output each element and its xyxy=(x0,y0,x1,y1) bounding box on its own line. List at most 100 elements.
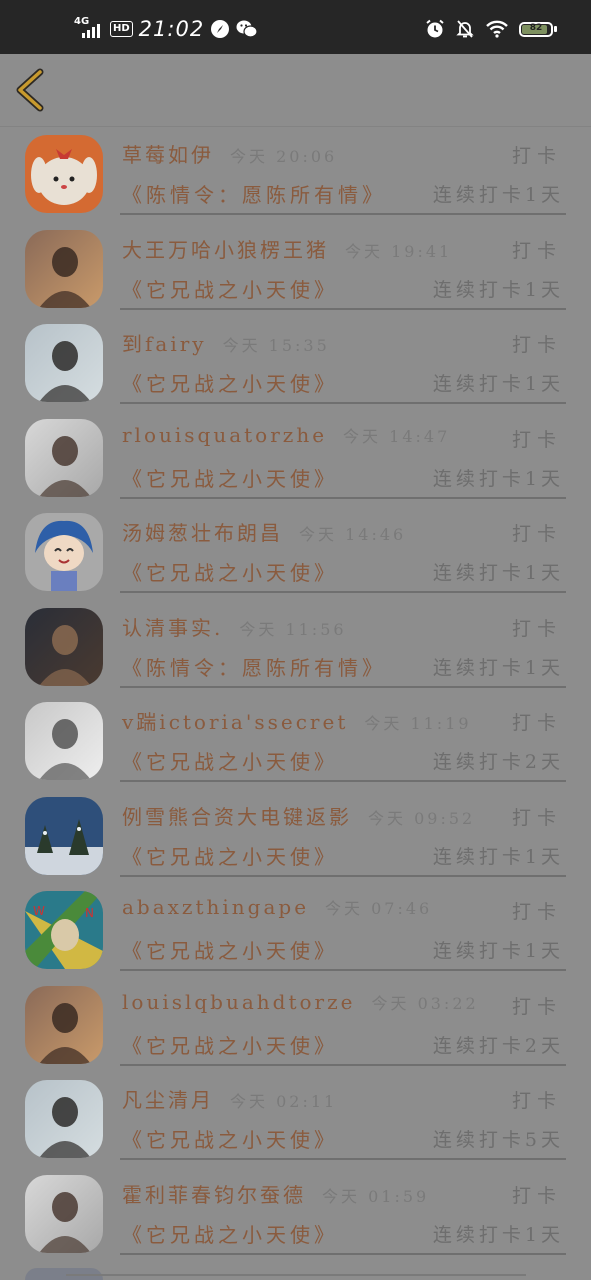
checkin-content: 霍利菲春钧尔蚕德 今天 01:59 打卡 《它兄战之小天使》 连续打卡1天 xyxy=(120,1167,566,1255)
user-name[interactable]: louislqbuahdtorze xyxy=(122,990,355,1014)
checkin-action-label: 打卡 xyxy=(511,901,562,923)
checkin-row[interactable]: W Nabaxzthingape 今天 07:46 打卡 《它兄战之小天使》 连续打卡1天 xyxy=(0,883,591,977)
checkin-action-label: 打卡 xyxy=(511,1090,562,1112)
user-name[interactable]: 霍利菲春钧尔蚕德 xyxy=(122,1179,306,1208)
header-bar xyxy=(0,54,591,127)
checkin-row[interactable]: 凡尘清月 今天 02:11 打卡《它兄战之小天使》 连续打卡5天 xyxy=(0,1072,591,1166)
avatar[interactable] xyxy=(25,985,103,1064)
user-name[interactable]: 认清事实. xyxy=(122,612,223,641)
checkin-time: 今天 20:06 xyxy=(230,147,338,166)
status-left: 4G HD 21:02 xyxy=(74,16,258,42)
hd-badge: HD xyxy=(110,21,133,37)
book-title[interactable]: 《它兄战之小天使》 xyxy=(122,1030,338,1059)
checkin-content: v踹ictoria'ssecret 今天 11:19 打卡 《它兄战之小天使》 连续打卡… xyxy=(120,694,566,782)
svg-text:N: N xyxy=(85,906,94,920)
checkin-time: 今天 15:35 xyxy=(222,336,330,355)
avatar[interactable] xyxy=(25,418,103,497)
book-title[interactable]: 《它兄战之小天使》 xyxy=(122,368,338,397)
checkin-action-label: 打卡 xyxy=(511,145,562,167)
checkin-action-label: 打卡 xyxy=(511,239,562,262)
checkin-row[interactable]: 例雪熊合资大电键返影 今天 09:52 打卡《它兄战之小天使》 连续打卡1天 xyxy=(0,789,591,883)
svg-text:W: W xyxy=(33,904,45,918)
streak-label: 连续打卡1天 xyxy=(432,373,564,395)
user-name[interactable]: 到fairy xyxy=(122,328,207,357)
status-time: 21:02 xyxy=(138,17,205,41)
battery-percent: 82 xyxy=(529,22,543,33)
avatar[interactable] xyxy=(25,1174,103,1253)
checkin-row[interactable]: 草莓如伊 今天 20:06 打卡《陈情令：愿陈所有情》 连续打卡1天 xyxy=(0,127,591,221)
chevron-left-icon xyxy=(16,68,44,112)
user-name[interactable]: rlouisquatorzhe xyxy=(122,423,327,447)
avatar[interactable] xyxy=(25,135,103,213)
book-title[interactable]: 《它兄战之小天使》 xyxy=(122,841,338,870)
checkin-action-label: 打卡 xyxy=(511,617,562,640)
book-title[interactable]: 《它兄战之小天使》 xyxy=(122,274,338,303)
user-name[interactable]: 大王万哈小狼楞王猪 xyxy=(122,234,329,263)
book-title[interactable]: 《它兄战之小天使》 xyxy=(122,746,338,775)
checkin-row[interactable]: 霍利菲春钧尔蚕德 今天 01:59 打卡 《它兄战之小天使》 连续打卡1天 xyxy=(0,1167,591,1261)
checkin-content: 大王万哈小狼楞王猪 今天 19:41 打卡 《它兄战之小天使》 连续打卡1天 xyxy=(120,222,566,310)
cellular-signal-icon: 4G xyxy=(74,16,104,40)
checkin-row[interactable]: 汤姆葱壮布朗昌 今天 14:46 打卡 《它兄战之小天使》 连续打卡1天 xyxy=(0,505,591,599)
checkin-time: 今天 09:52 xyxy=(368,808,476,828)
avatar[interactable] xyxy=(25,796,103,875)
user-name[interactable]: 汤姆葱壮布朗昌 xyxy=(122,517,283,546)
book-title[interactable]: 《它兄战之小天使》 xyxy=(122,557,338,586)
checkin-action-label: 打卡 xyxy=(511,523,562,545)
checkin-content: louislqbuahdtorze 今天 03:22 打卡《它兄战之小天使》 连续打卡… xyxy=(120,978,566,1066)
user-name[interactable]: abaxzthingape xyxy=(122,895,309,919)
user-name[interactable]: 例雪熊合资大电键返影 xyxy=(122,801,352,830)
checkin-row[interactable]: louislqbuahdtorze 今天 03:22 打卡《它兄战之小天使》 连续打卡… xyxy=(0,978,591,1072)
checkin-row[interactable]: rlouisquatorzhe 今天 14:47 打卡《它兄战之小天使》 连续打卡1天 xyxy=(0,411,591,505)
network-type: 4G xyxy=(74,16,90,27)
checkin-action-label: 打卡 xyxy=(511,428,562,451)
battery-icon: 82 xyxy=(519,21,557,37)
checkin-row[interactable]: 大王万哈小狼楞王猪 今天 19:41 打卡 《它兄战之小天使》 连续打卡1天 xyxy=(0,222,591,316)
checkin-row[interactable]: 到fairy 今天 15:35 打卡《它兄战之小天使》 连续打卡1天 xyxy=(0,316,591,410)
streak-label: 连续打卡2天 xyxy=(432,1034,564,1057)
book-title[interactable]: 《它兄战之小天使》 xyxy=(122,463,338,492)
user-name[interactable]: 凡尘清月 xyxy=(122,1084,214,1113)
book-title[interactable]: 《陈情令：愿陈所有情》 xyxy=(122,652,386,681)
avatar[interactable] xyxy=(25,1080,103,1158)
compass-icon xyxy=(211,20,230,38)
checkin-content: 到fairy 今天 15:35 打卡《它兄战之小天使》 连续打卡1天 xyxy=(120,316,566,404)
checkin-row[interactable]: 认清事实. 今天 11:56 打卡《陈情令：愿陈所有情》 连续打卡1天 xyxy=(0,600,591,694)
checkin-content: rlouisquatorzhe 今天 14:47 打卡《它兄战之小天使》 连续打卡1天 xyxy=(120,411,566,499)
avatar[interactable] xyxy=(25,513,103,591)
checkin-time: 今天 11:56 xyxy=(239,619,347,639)
user-name[interactable]: 草莓如伊 xyxy=(122,139,214,168)
book-title[interactable]: 《陈情令：愿陈所有情》 xyxy=(122,179,386,208)
notifications-off-icon xyxy=(456,20,474,38)
streak-label: 连续打卡1天 xyxy=(432,845,564,868)
checkin-time: 今天 02:11 xyxy=(230,1092,338,1111)
avatar[interactable] xyxy=(25,229,103,308)
checkin-content: 汤姆葱壮布朗昌 今天 14:46 打卡 《它兄战之小天使》 连续打卡1天 xyxy=(120,505,566,593)
checkin-content: 凡尘清月 今天 02:11 打卡《它兄战之小天使》 连续打卡5天 xyxy=(120,1072,566,1160)
status-bar: 4G HD 21:02 82 xyxy=(0,0,591,54)
checkin-time: 今天 03:22 xyxy=(371,993,479,1013)
streak-label: 连续打卡1天 xyxy=(432,656,564,679)
book-title[interactable]: 《它兄战之小天使》 xyxy=(122,1219,338,1248)
back-button[interactable] xyxy=(12,68,52,112)
streak-label: 连续打卡2天 xyxy=(432,751,564,773)
streak-label: 连续打卡1天 xyxy=(432,278,564,301)
checkin-action-label: 打卡 xyxy=(511,806,562,829)
avatar[interactable] xyxy=(25,324,103,402)
streak-label: 连续打卡1天 xyxy=(432,467,564,490)
checkin-row[interactable]: v踹ictoria'ssecret 今天 11:19 打卡 《它兄战之小天使》 连续打卡… xyxy=(0,694,591,788)
checkin-action-label: 打卡 xyxy=(511,334,562,356)
checkin-time: 今天 11:19 xyxy=(364,714,472,733)
avatar[interactable] xyxy=(25,702,103,780)
checkin-time: 今天 14:47 xyxy=(343,426,451,446)
checkin-action-label: 打卡 xyxy=(511,995,562,1018)
streak-label: 连续打卡5天 xyxy=(432,1129,564,1151)
book-title[interactable]: 《它兄战之小天使》 xyxy=(122,935,338,964)
avatar[interactable]: WN xyxy=(25,891,103,969)
user-name[interactable]: v踹ictoria'ssecret xyxy=(122,706,348,735)
avatar[interactable] xyxy=(25,607,103,686)
checkin-action-label: 打卡 xyxy=(511,1184,562,1207)
book-title[interactable]: 《它兄战之小天使》 xyxy=(122,1124,338,1153)
status-right: 82 xyxy=(425,16,557,42)
streak-label: 连续打卡1天 xyxy=(432,184,564,206)
